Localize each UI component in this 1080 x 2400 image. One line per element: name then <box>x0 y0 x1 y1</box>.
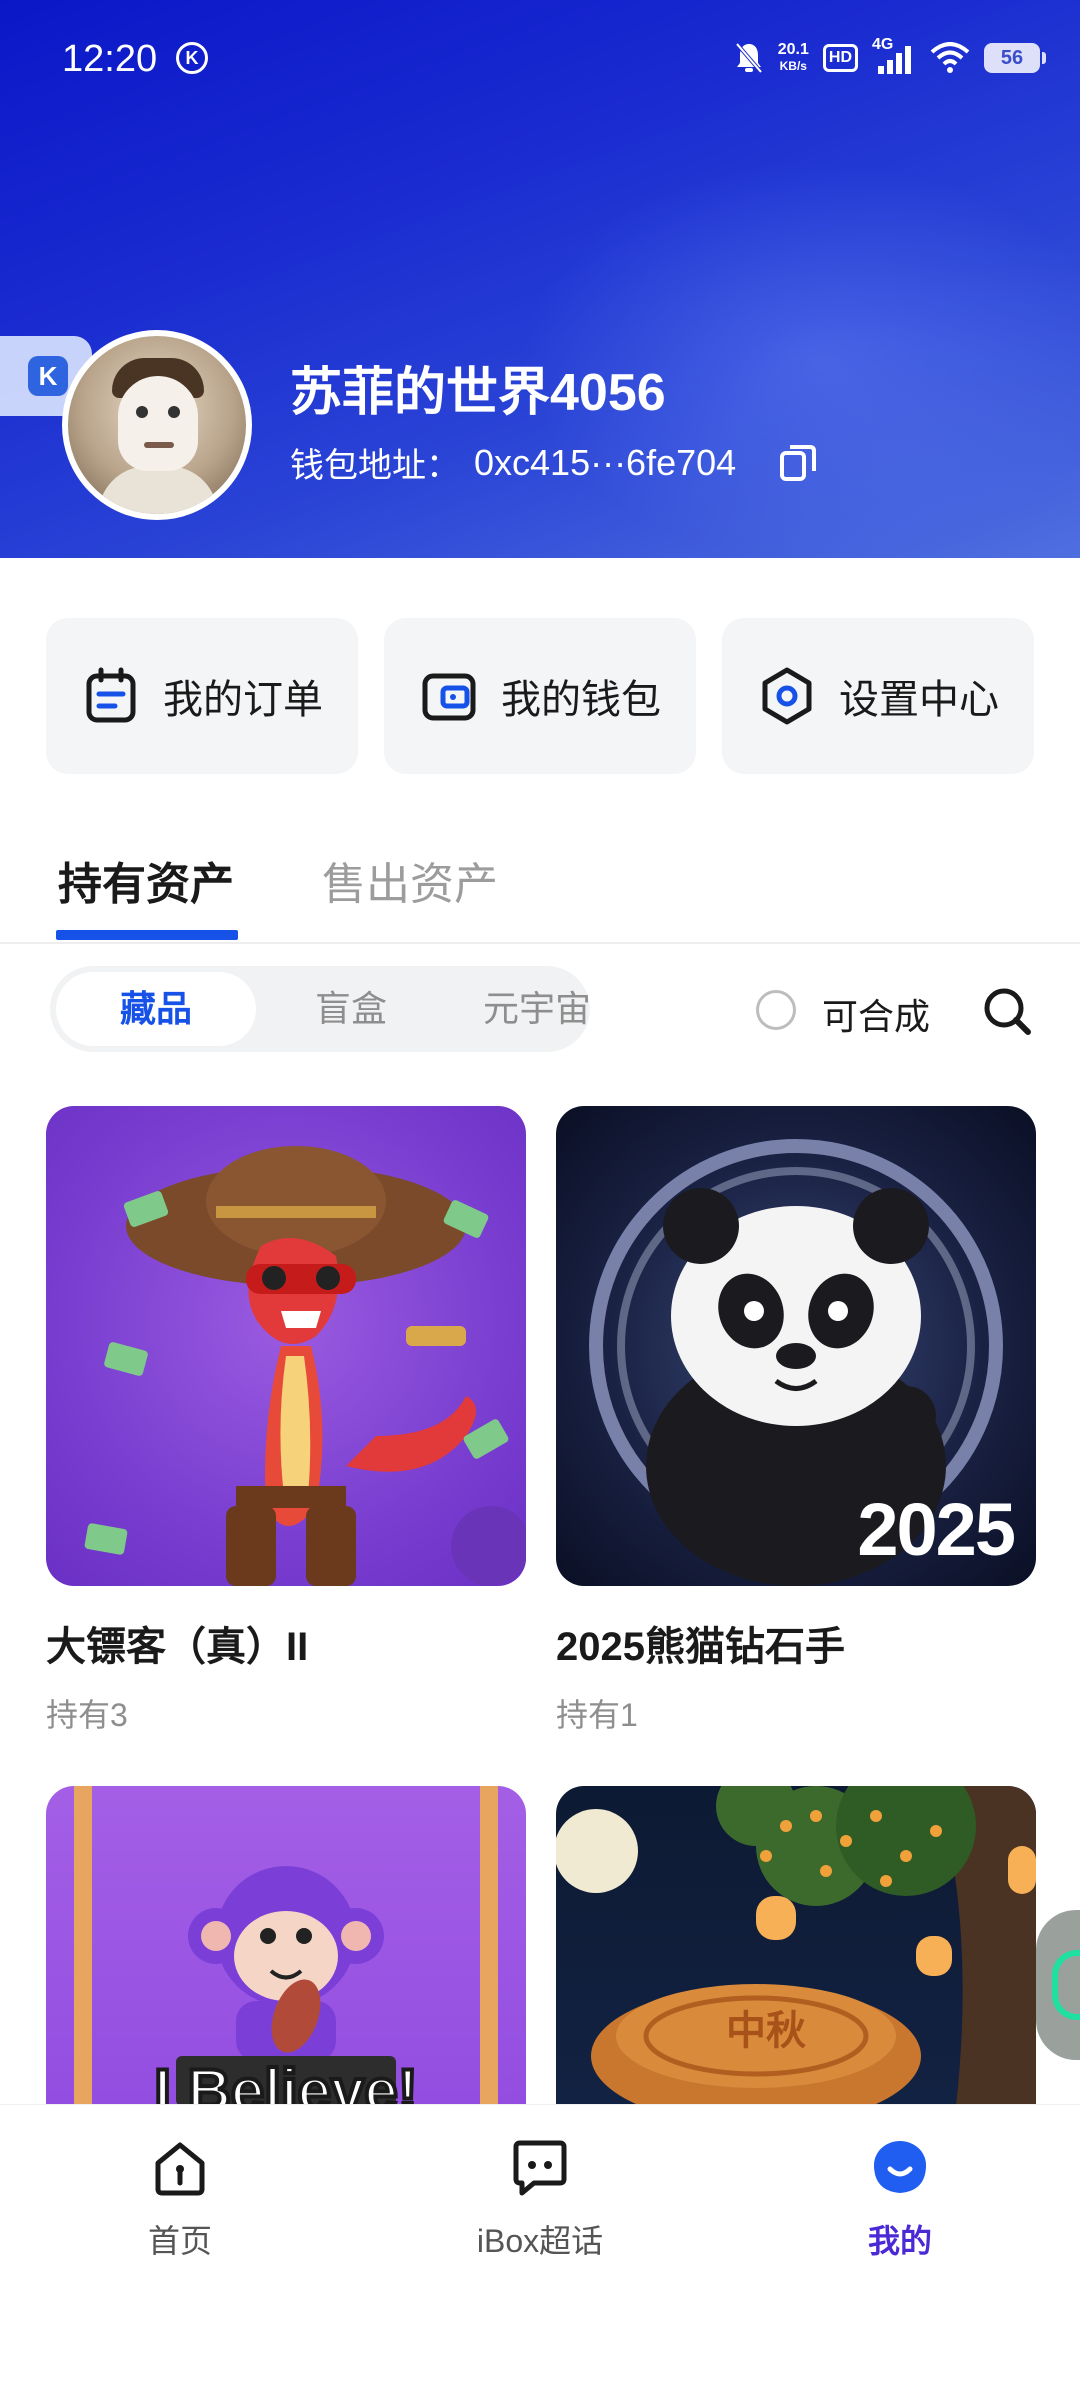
avatar-face <box>118 376 198 471</box>
status-time: 12:20 <box>62 38 158 80</box>
settings-center-label: 设置中心 <box>839 678 999 722</box>
category-segmented-control: 藏品 盲盒 元宇宙 <box>50 966 591 1052</box>
home-icon <box>155 2142 205 2196</box>
nav-home-label: 首页 <box>147 2223 212 2259</box>
nav-ibox-topics-label: iBox超话 <box>476 2223 604 2259</box>
net-speed-value: 20.1 <box>777 41 809 58</box>
collection-image-panda[interactable]: 2025 <box>556 1106 1036 1586</box>
nav-ibox-topics[interactable]: iBox超话 <box>430 2135 650 2262</box>
my-orders-label: 我的订单 <box>163 678 323 722</box>
floating-side-button[interactable] <box>1036 1910 1080 2060</box>
wallet-address-row: 钱包地址： 0xc415···6fe704 <box>290 438 820 487</box>
profile-header: 12:20 K 20.1 KB/s HD 4G 56 K 苏菲的世界4056 钱… <box>0 0 1080 558</box>
battery-indicator: 56 <box>984 43 1046 73</box>
my-wallet-button[interactable]: 我的钱包 <box>384 618 696 774</box>
k-logo-icon: K <box>28 356 68 396</box>
copy-icon[interactable] <box>776 441 820 485</box>
tab-sold-assets[interactable]: 售出资产 <box>322 848 498 912</box>
segment-collectibles[interactable]: 藏品 <box>56 972 256 1046</box>
collection-card[interactable]: 2025 2025熊猫钻石手 持有1 <box>556 1106 1036 1736</box>
profile-icon <box>874 2141 926 2193</box>
avatar-body <box>98 466 218 514</box>
status-icons: 20.1 KB/s HD 4G 56 <box>734 36 1046 78</box>
chat-icon <box>513 2140 567 2196</box>
collection-holding: 持有1 <box>556 1697 638 1733</box>
tab-indicator <box>56 930 238 940</box>
collection-card[interactable]: 大镖客（真）II 持有3 <box>46 1106 526 1736</box>
tab-held-assets[interactable]: 持有资产 <box>58 848 234 912</box>
nav-mine-label: 我的 <box>867 2223 932 2259</box>
search-icon[interactable] <box>980 984 1034 1038</box>
bottom-navigation: 首页 iBox超话 我的 <box>0 2104 1080 2400</box>
collection-title: 2025熊猫钻石手 <box>556 1625 845 1669</box>
avatar[interactable] <box>62 330 252 520</box>
net-speed-unit: KB/s <box>779 59 807 73</box>
settings-icon <box>762 667 812 725</box>
order-icon <box>86 667 136 723</box>
wallet-address: 0xc415···6fe704 <box>474 441 737 483</box>
hd-badge: HD <box>822 44 858 72</box>
username: 苏菲的世界4056 <box>290 364 666 422</box>
collection-holding: 持有3 <box>46 1697 128 1733</box>
synthesizable-label[interactable]: 可合成 <box>822 988 930 1040</box>
year-overlay: 2025 <box>857 1488 1016 1571</box>
net-speed: 20.1 KB/s <box>778 40 809 76</box>
wifi-icon <box>930 40 970 76</box>
asset-tabs: 持有资产 售出资产 <box>0 828 1080 944</box>
collection-title: 大镖客（真）II <box>46 1625 309 1669</box>
mooncake-overlay: 中秋 <box>726 2009 806 2053</box>
my-wallet-label: 我的钱包 <box>501 678 661 722</box>
quick-actions: 我的订单 我的钱包 设置中心 <box>46 618 1034 774</box>
mute-bell-icon <box>734 40 764 76</box>
nav-home[interactable]: 首页 <box>70 2135 290 2262</box>
collection-image-snake-cowboy[interactable] <box>46 1106 526 1586</box>
wallet-label: 钱包地址： <box>290 447 460 485</box>
my-orders-button[interactable]: 我的订单 <box>46 618 358 774</box>
cell-signal-icon: 4G <box>872 36 916 76</box>
k-app-icon: K <box>176 42 208 74</box>
synthesizable-radio[interactable] <box>756 990 796 1030</box>
segment-metaverse[interactable]: 元宇宙 <box>430 972 644 1046</box>
status-bar: 12:20 K 20.1 KB/s HD 4G 56 <box>0 0 1080 120</box>
segment-blind-box[interactable]: 盲盒 <box>256 972 446 1046</box>
side-button-icon <box>1052 1950 1080 2020</box>
settings-center-button[interactable]: 设置中心 <box>722 618 1034 774</box>
wallet-icon <box>422 673 476 721</box>
nav-mine[interactable]: 我的 <box>790 2135 1010 2262</box>
